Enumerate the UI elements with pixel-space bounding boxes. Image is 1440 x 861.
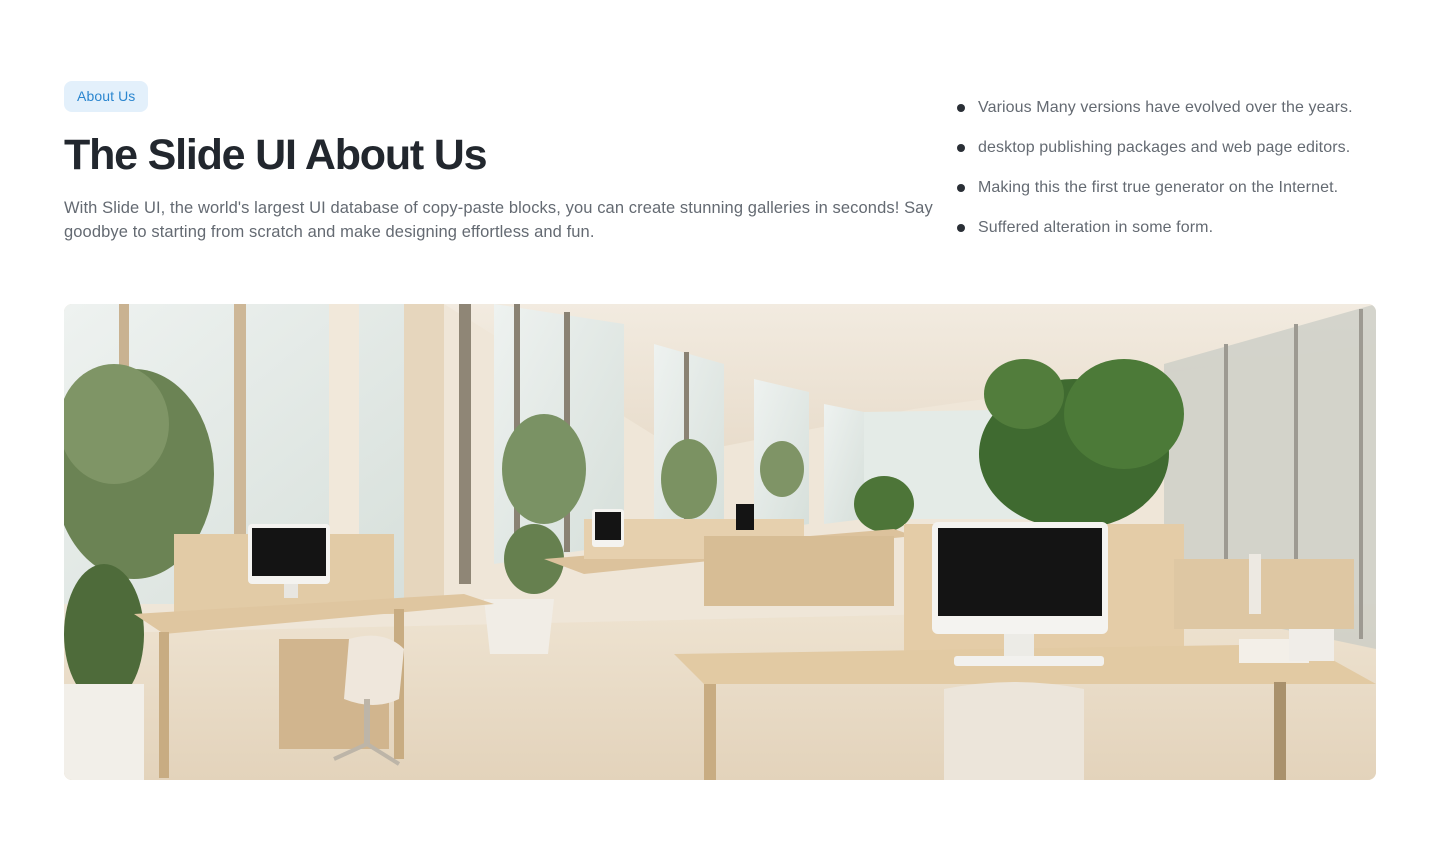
bullet-icon <box>957 144 965 152</box>
office-image <box>64 304 1376 780</box>
list-item-text: Various Many versions have evolved over … <box>978 99 1353 116</box>
about-section: About Us The Slide UI About Us With Slid… <box>0 0 1440 861</box>
page-description: With Slide UI, the world's largest UI da… <box>64 199 933 241</box>
intro-block: About Us The Slide UI About Us With Slid… <box>64 81 934 244</box>
list-item-text: desktop publishing packages and web page… <box>978 139 1351 156</box>
office-illustration <box>64 304 1376 780</box>
bullet-icon <box>957 184 965 192</box>
list-item-text: Suffered alteration in some form. <box>978 219 1214 236</box>
page-title: The Slide UI About Us <box>64 131 488 179</box>
list-item-text: Making this the first true generator on … <box>978 179 1339 196</box>
list-item: Making this the first true generator on … <box>957 176 1397 200</box>
list-item: Various Many versions have evolved over … <box>957 96 1397 120</box>
bullet-icon <box>957 104 965 112</box>
bullet-icon <box>957 224 965 232</box>
list-item: desktop publishing packages and web page… <box>957 136 1397 160</box>
feature-list: Various Many versions have evolved over … <box>957 96 1397 256</box>
list-item: Suffered alteration in some form. <box>957 216 1397 240</box>
about-badge: About Us <box>64 81 149 112</box>
